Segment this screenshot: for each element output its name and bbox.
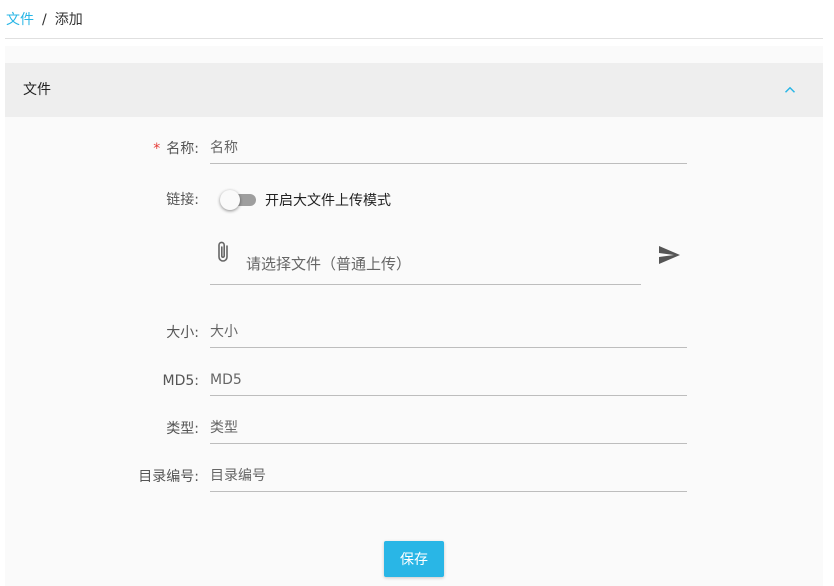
file-placeholder: 请选择文件（普通上传）	[246, 255, 412, 273]
divider	[5, 38, 823, 39]
panel-title: 文件	[23, 82, 51, 98]
type-label: 类型:	[166, 421, 199, 437]
dir-no-field	[210, 463, 687, 492]
breadcrumb-link-files[interactable]: 文件	[6, 12, 34, 28]
save-button[interactable]: 保存	[384, 541, 444, 577]
send-icon[interactable]	[657, 243, 681, 267]
large-upload-toggle-label: 开启大文件上传模式	[265, 193, 391, 209]
panel-header[interactable]: 文件	[5, 63, 823, 117]
breadcrumb: 文件 / 添加	[6, 10, 83, 30]
paperclip-icon	[214, 240, 232, 264]
type-field	[210, 415, 687, 444]
dir-no-label: 目录编号:	[138, 469, 199, 485]
required-mark: *	[153, 141, 161, 157]
name-input[interactable]	[210, 135, 687, 161]
form-panel: 文件 * 名称: 链接: 开启大文件上传模式 请选择文件（普通上传） 大小: MD…	[5, 46, 823, 586]
type-input[interactable]	[210, 415, 687, 441]
link-label: 链接:	[166, 192, 199, 208]
large-upload-toggle[interactable]	[220, 190, 256, 210]
md5-field	[210, 367, 687, 396]
dir-no-input[interactable]	[210, 463, 687, 489]
name-label: * 名称:	[9, 140, 199, 158]
size-input[interactable]	[210, 319, 687, 345]
breadcrumb-separator: /	[42, 12, 47, 28]
name-field	[210, 135, 687, 164]
md5-label: MD5:	[162, 373, 199, 389]
size-label: 大小:	[166, 325, 199, 341]
chevron-up-icon[interactable]	[781, 81, 799, 99]
name-label-text: 名称:	[166, 141, 199, 157]
md5-input[interactable]	[210, 367, 687, 393]
toggle-knob	[220, 190, 240, 210]
breadcrumb-current: 添加	[54, 12, 83, 28]
file-picker[interactable]: 请选择文件（普通上传）	[210, 236, 641, 285]
size-field	[210, 319, 687, 348]
